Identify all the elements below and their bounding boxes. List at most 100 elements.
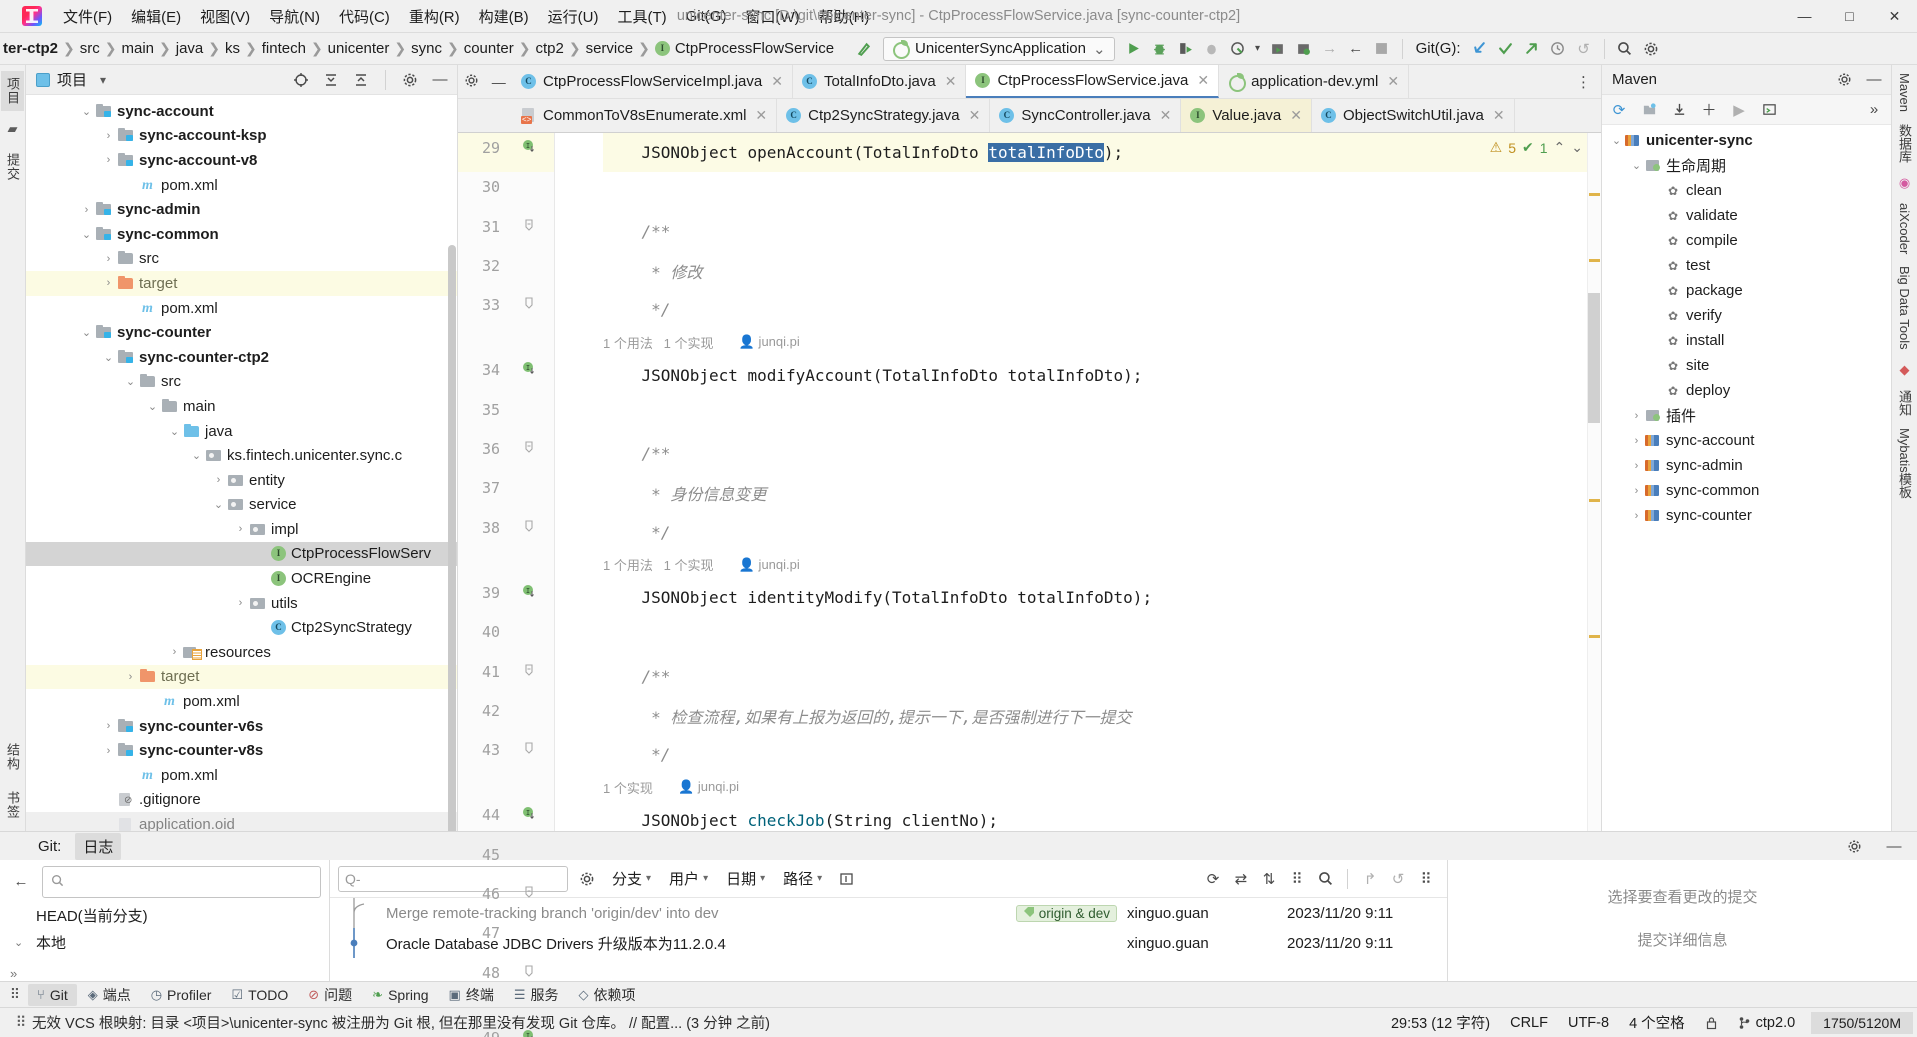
gutter-icons[interactable]: I bbox=[506, 361, 552, 379]
project-tree-row[interactable]: · application.oid bbox=[26, 812, 457, 831]
gutter-row[interactable]: 41 bbox=[458, 657, 554, 696]
project-tree-row[interactable]: ⌄ sync-counter bbox=[26, 320, 457, 345]
gutter-icons[interactable] bbox=[506, 885, 552, 902]
editor-scroll-thumb[interactable] bbox=[1588, 293, 1600, 423]
menu-build[interactable]: 构建(B) bbox=[470, 2, 538, 31]
project-tree-row[interactable]: › src bbox=[26, 247, 457, 272]
run-button[interactable] bbox=[1121, 36, 1147, 62]
search-icon[interactable] bbox=[1612, 36, 1638, 62]
author-hint[interactable]: 👤 junqi.pi bbox=[671, 779, 739, 795]
code-inlay-hint[interactable]: 1 个用法 1 个实现 👤 junqi.pi bbox=[603, 552, 1587, 578]
git-history-icon[interactable] bbox=[1545, 36, 1571, 62]
build-hammer-icon[interactable] bbox=[851, 36, 877, 62]
chevron-down-icon[interactable]: ⌄ bbox=[122, 375, 139, 388]
code-inlay-hint[interactable]: 1 个用法 1 个实现 👤 junqi.pi bbox=[603, 329, 1587, 355]
commit-folder-icon[interactable]: ▰ bbox=[8, 121, 18, 137]
run-configuration-selector[interactable]: UnicenterSyncApplication ⌄ bbox=[883, 36, 1115, 61]
gutter-row[interactable] bbox=[458, 774, 554, 800]
gutter-row[interactable]: 33 bbox=[458, 290, 554, 329]
chevron-down-icon[interactable]: ⌄ bbox=[1093, 40, 1106, 58]
chevron-right-icon[interactable]: › bbox=[1628, 435, 1645, 447]
project-tree-row[interactable]: ⌄ ks.fintech.unicenter.sync.c bbox=[26, 443, 457, 468]
gutter-icons[interactable] bbox=[506, 663, 552, 680]
step-into-button[interactable] bbox=[1291, 36, 1317, 62]
project-pane-title-group[interactable]: 项目 ▾ bbox=[30, 69, 106, 90]
code-content[interactable]: JSONObject openAccount(TotalInfoDto tota… bbox=[555, 133, 1587, 831]
close-tab-icon[interactable]: ✕ bbox=[1197, 72, 1209, 89]
bottom-tabs-menu-icon[interactable]: ⠿ bbox=[4, 986, 26, 1003]
maximize-button[interactable]: □ bbox=[1827, 0, 1872, 33]
gutter-row[interactable]: 45 bbox=[458, 840, 554, 879]
line-separator[interactable]: CRLF bbox=[1500, 1015, 1558, 1031]
chevron-right-icon[interactable]: › bbox=[78, 204, 95, 216]
status-menu-icon[interactable]: ⠿ bbox=[10, 1015, 32, 1031]
editor-tab[interactable]: application-dev.yml ✕ bbox=[1219, 65, 1410, 98]
implemented-method-icon[interactable]: I bbox=[522, 361, 536, 379]
main-menu[interactable]: 文件(F) 编辑(E) 视图(V) 导航(N) 代码(C) 重构(R) 构建(B… bbox=[54, 2, 878, 31]
editor-tab[interactable]: C ObjectSwitchUtil.java ✕ bbox=[1312, 99, 1515, 132]
profile-button[interactable] bbox=[1199, 36, 1225, 62]
chevron-down-icon[interactable]: ⌄ bbox=[210, 498, 227, 511]
fold-end-icon[interactable] bbox=[523, 964, 535, 981]
chevron-down-icon[interactable]: ⌄ bbox=[1608, 134, 1625, 147]
project-tree-row[interactable]: ⌄ java bbox=[26, 419, 457, 444]
hide-pane-icon[interactable]: — bbox=[427, 67, 453, 93]
maven-tree-row[interactable]: ·✿ compile bbox=[1602, 228, 1891, 253]
project-tree-row[interactable]: ·m pom.xml bbox=[26, 763, 457, 788]
breadcrumb-service[interactable]: service bbox=[583, 38, 637, 59]
project-tree-row[interactable]: ·m pom.xml bbox=[26, 173, 457, 198]
git-show-details-icon[interactable]: ⠿ bbox=[1413, 866, 1439, 892]
marker-warning[interactable] bbox=[1589, 499, 1600, 502]
maven-tree-row[interactable]: ·✿ deploy bbox=[1602, 378, 1891, 403]
maven-tree-row[interactable]: ·✿ package bbox=[1602, 278, 1891, 303]
project-tree-row[interactable]: › resources bbox=[26, 640, 457, 665]
stop-button[interactable] bbox=[1369, 36, 1395, 62]
maven-overflow-icon[interactable]: » bbox=[1861, 97, 1887, 123]
rail-tab-project[interactable]: 项目 bbox=[1, 71, 24, 111]
project-tree-row[interactable]: › sync-account-ksp bbox=[26, 124, 457, 149]
project-settings-gear-icon[interactable] bbox=[397, 67, 423, 93]
editor-marker-bar[interactable] bbox=[1587, 133, 1601, 831]
gutter-row[interactable]: 38 bbox=[458, 513, 554, 552]
maven-download-sources-icon[interactable] bbox=[1666, 97, 1692, 123]
fold-end-icon[interactable] bbox=[523, 741, 535, 758]
editor-tab[interactable]: C SyncController.java ✕ bbox=[990, 99, 1182, 132]
gutter-icons[interactable]: I bbox=[506, 1029, 552, 1037]
menu-help[interactable]: 帮助(H) bbox=[810, 2, 879, 31]
chevron-right-icon[interactable]: › bbox=[100, 130, 117, 142]
chevron-right-icon[interactable]: › bbox=[210, 474, 227, 486]
project-tree-row[interactable]: ·m pom.xml bbox=[26, 689, 457, 714]
rail-tab-structure[interactable]: 结构 bbox=[1, 737, 24, 777]
fold-start-icon[interactable] bbox=[523, 440, 535, 457]
gutter-row[interactable]: 43 bbox=[458, 735, 554, 774]
menu-window[interactable]: 窗口(W) bbox=[736, 2, 808, 31]
git-back-arrow-icon[interactable]: ← bbox=[8, 868, 34, 894]
fold-start-icon[interactable] bbox=[523, 218, 535, 235]
project-tree-row[interactable]: ·I OCREngine bbox=[26, 566, 457, 591]
gutter-row[interactable] bbox=[458, 997, 554, 1023]
editor-gutter[interactable]: 29 I 30 31 32 33 34 I 35 36 37 38 39 I 40 41 42 43 44 I 45 46… bbox=[458, 133, 555, 1037]
maven-tree-row[interactable]: › sync-account bbox=[1602, 428, 1891, 453]
gutter-row[interactable] bbox=[458, 329, 554, 355]
git-log-settings-gear-icon[interactable] bbox=[574, 866, 600, 892]
git-fetch-icon[interactable]: ⇄ bbox=[1228, 866, 1254, 892]
maven-tree-row[interactable]: ·✿ clean bbox=[1602, 178, 1891, 203]
git-rollback-icon[interactable]: ↺ bbox=[1571, 36, 1597, 62]
project-tree-row[interactable]: › target bbox=[26, 664, 457, 690]
chevron-down-icon[interactable]: ▾ bbox=[100, 73, 106, 87]
gutter-icons[interactable]: I bbox=[506, 584, 552, 602]
maven-tree-row[interactable]: › sync-admin bbox=[1602, 453, 1891, 478]
rail-tab-maven[interactable]: Maven bbox=[1897, 73, 1912, 112]
bottom-tab-spring[interactable]: ❧ Spring bbox=[363, 984, 437, 1006]
chevron-right-icon[interactable]: › bbox=[1628, 460, 1645, 472]
editor-tab[interactable]: C Ctp2SyncStrategy.java ✕ bbox=[777, 99, 991, 132]
git-refresh-icon[interactable]: ⟳ bbox=[1200, 866, 1226, 892]
branch-row-head[interactable]: HEAD(当前分支) bbox=[14, 902, 329, 929]
project-tree-scrollbar[interactable] bbox=[448, 245, 456, 831]
maven-tree-row[interactable]: ·✿ site bbox=[1602, 353, 1891, 378]
gutter-row[interactable]: 35 bbox=[458, 395, 554, 434]
breadcrumb-main[interactable]: main bbox=[118, 38, 157, 59]
run-with-coverage-button[interactable] bbox=[1173, 36, 1199, 62]
maven-tree-row[interactable]: › sync-counter bbox=[1602, 503, 1891, 528]
status-message[interactable]: 无效 VCS 根映射: 目录 <项目>\unicenter-sync 被注册为 … bbox=[32, 1012, 770, 1033]
